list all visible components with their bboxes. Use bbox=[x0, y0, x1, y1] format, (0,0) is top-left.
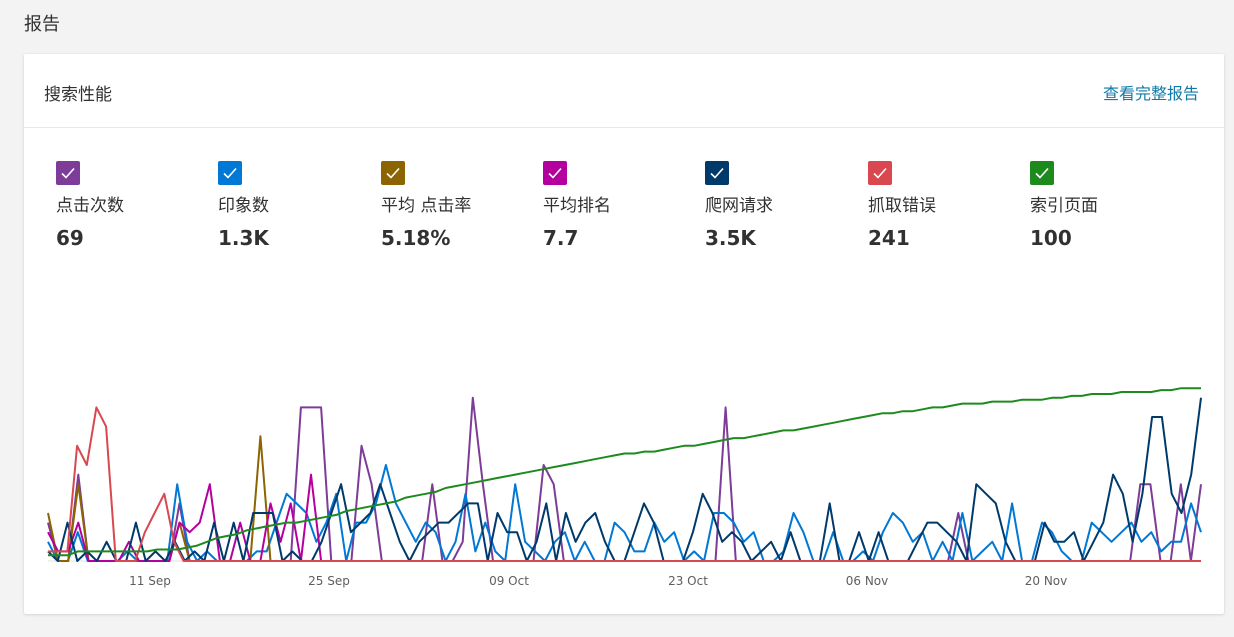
x-tick-label: 06 Nov bbox=[846, 574, 889, 588]
x-tick-label: 09 Oct bbox=[489, 574, 529, 588]
series-line-2 bbox=[47, 435, 1201, 562]
x-tick-label: 20 Nov bbox=[1025, 574, 1068, 588]
search-performance-card: 搜索性能 查看完整报告 点击次数 69 印象数 1.3K 平均 点击率 5.18… bbox=[24, 54, 1224, 614]
x-tick-label: 25 Sep bbox=[308, 574, 350, 588]
chart-series bbox=[47, 387, 1202, 562]
x-axis-ticks: 11 Sep 25 Sep 09 Oct 23 Oct 06 Nov 20 Nov bbox=[129, 574, 1067, 588]
performance-line-chart: 11 Sep 25 Sep 09 Oct 23 Oct 06 Nov 20 Nov bbox=[47, 387, 1202, 588]
x-tick-label: 11 Sep bbox=[129, 574, 171, 588]
x-tick-label: 23 Oct bbox=[668, 574, 708, 588]
series-line-6 bbox=[48, 387, 1201, 557]
page-title: 报告 bbox=[24, 14, 60, 35]
